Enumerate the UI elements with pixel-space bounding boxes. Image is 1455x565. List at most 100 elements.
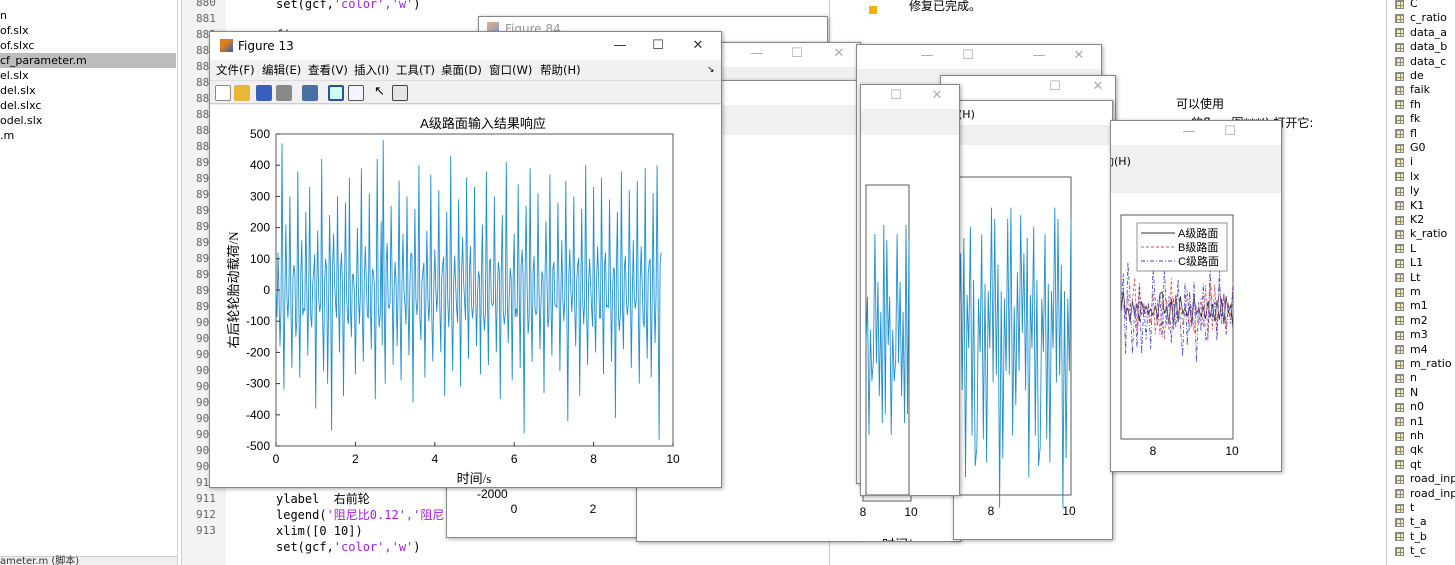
workspace-variable[interactable]: ly [1395,184,1420,198]
figure-window-back-7[interactable]: — ☐ 助(H) A级路面B级路面C级路面 810 [1110,120,1282,472]
workspace-variable[interactable]: L [1395,242,1416,256]
back-plot-5: A级路面B级路面C级路面 8 10 [1120,214,1239,458]
workspace-panel: Cc_ratio data_a data_b data_c de faik fh fk fl G0… [1386,0,1455,565]
workspace-variable[interactable]: t_b [1395,530,1427,544]
variable-icon [1395,345,1404,355]
figure-window-back-6[interactable]: ☐ ✕ [860,84,960,496]
file-item[interactable]: .m [0,128,14,143]
workspace-variable[interactable]: fh [1395,98,1421,112]
variable-name: t_b [1410,529,1427,543]
variable-icon [1395,517,1404,527]
menu-item[interactable]: 编辑(E) [262,62,301,78]
variable-name: fl [1410,126,1417,140]
workspace-variable[interactable]: n1 [1395,415,1424,429]
workspace-variable[interactable]: m1 [1395,299,1428,313]
print-icon[interactable] [276,85,292,101]
workspace-variable[interactable]: t_a [1395,515,1427,529]
menu-item[interactable]: 工具(T) [396,62,435,78]
workspace-variable[interactable]: m2 [1395,314,1428,328]
variable-name: m1 [1410,299,1428,313]
legend-icon[interactable] [348,85,364,101]
workspace-variable[interactable]: Lt [1395,271,1420,285]
workspace-variable[interactable]: t_c [1395,544,1426,558]
workspace-variable[interactable]: K1 [1395,199,1424,213]
workspace-variable[interactable]: data_a [1395,26,1447,40]
workspace-variable[interactable]: n0 [1395,400,1424,414]
workspace-variable[interactable]: i [1395,155,1413,169]
close-button[interactable]: ✕ [691,39,705,53]
close-button[interactable]: ✕ [1091,80,1105,94]
save-icon[interactable] [256,85,272,101]
workspace-variable[interactable]: m3 [1395,328,1428,342]
minimize-button[interactable]: — [613,39,627,53]
file-item[interactable]: odel.slx [0,113,42,128]
close-button[interactable]: ✕ [1072,49,1086,63]
workspace-variable[interactable]: qk [1395,443,1423,457]
workspace-variable[interactable]: lx [1395,170,1420,184]
workspace-variable[interactable]: G0 [1395,141,1426,155]
edit-plot-arrow-icon[interactable]: ↖ [374,84,385,99]
file-item[interactable]: n [0,8,7,23]
variable-icon [1395,273,1404,283]
new-figure-icon[interactable] [215,85,231,101]
workspace-variable[interactable]: faik [1395,83,1430,97]
file-item[interactable]: cf_parameter.m [0,53,176,68]
workspace-variable[interactable]: m_ratio [1395,357,1452,371]
property-inspector-icon[interactable] [392,85,408,101]
workspace-variable[interactable]: nh [1395,429,1424,443]
workspace-variable[interactable]: m [1395,285,1421,299]
y-tick-label: 300 [250,189,270,203]
workspace-variable[interactable]: data_c [1395,55,1446,69]
workspace-variable[interactable]: road_inp [1395,487,1455,501]
menu-item[interactable]: 文件(F) [216,62,255,78]
minimize-button[interactable]: — [920,49,934,63]
file-item[interactable]: of.slx [0,23,29,38]
workspace-variable[interactable]: k_ratio [1395,227,1447,241]
menu-item[interactable]: 帮助(H) [540,62,581,78]
maximize-button[interactable]: ☐ [1048,80,1062,94]
figure-window-back-5[interactable]: (H) 8 10 [953,100,1113,540]
workspace-variable[interactable]: L1 [1395,256,1423,270]
menu-item[interactable]: 插入(I) [354,62,389,78]
dock-arrow-icon[interactable]: ↘ [707,65,715,75]
maximize-button[interactable]: ☐ [651,39,665,53]
file-item[interactable]: del.slx [0,83,36,98]
file-item[interactable]: of.slxc [0,38,34,53]
file-item[interactable]: el.slx [0,68,29,83]
menu-item[interactable]: 查看(V) [308,62,348,78]
workspace-variable[interactable]: fl [1395,127,1417,141]
workspace-variable[interactable]: n [1395,371,1417,385]
minimize-button[interactable]: — [1032,49,1046,63]
workspace-variable[interactable]: road_inp [1395,472,1455,486]
variable-icon [1395,503,1404,513]
workspace-variable[interactable]: c_ratio [1395,11,1447,25]
figure-13-window[interactable]: Figure 13 — ☐ ✕ 文件(F) 编辑(E) 查看(V) 插入(I) 工具(T… [209,31,722,488]
workspace-variable[interactable]: t [1395,501,1414,515]
colorbar-icon[interactable] [328,85,344,101]
file-item[interactable]: del.slxc [0,98,41,113]
x-tick-label: 8 [590,452,597,466]
open-file-icon[interactable] [234,85,250,101]
variable-name: n [1410,371,1417,385]
variable-name: fh [1410,97,1421,111]
line-number: 911 [196,492,216,505]
variable-icon [1395,157,1404,167]
workspace-variable[interactable]: fk [1395,112,1420,126]
workspace-variable[interactable]: qt [1395,458,1421,472]
variable-name: t [1410,501,1415,514]
workspace-variable[interactable]: m4 [1395,343,1428,357]
workspace-variable[interactable]: N [1395,386,1418,400]
workspace-variable[interactable]: de [1395,69,1424,83]
menu-item[interactable]: 桌面(D) [441,62,482,78]
link-plot-icon[interactable] [302,85,318,101]
variable-name: K2 [1410,213,1425,226]
workspace-variable[interactable]: K2 [1395,213,1424,227]
workspace-variable[interactable]: data_b [1395,40,1447,54]
variable-icon [1395,417,1404,427]
maximize-button[interactable]: ☐ [961,49,975,63]
y-axis-label: 右后轮轮胎动载荷/N [226,231,241,349]
menu-item[interactable]: 窗口(W) [489,62,532,78]
variable-name: N [1410,385,1419,399]
workspace-variable[interactable]: C [1395,0,1418,11]
command-output-line: 可以使用 [1176,97,1225,111]
